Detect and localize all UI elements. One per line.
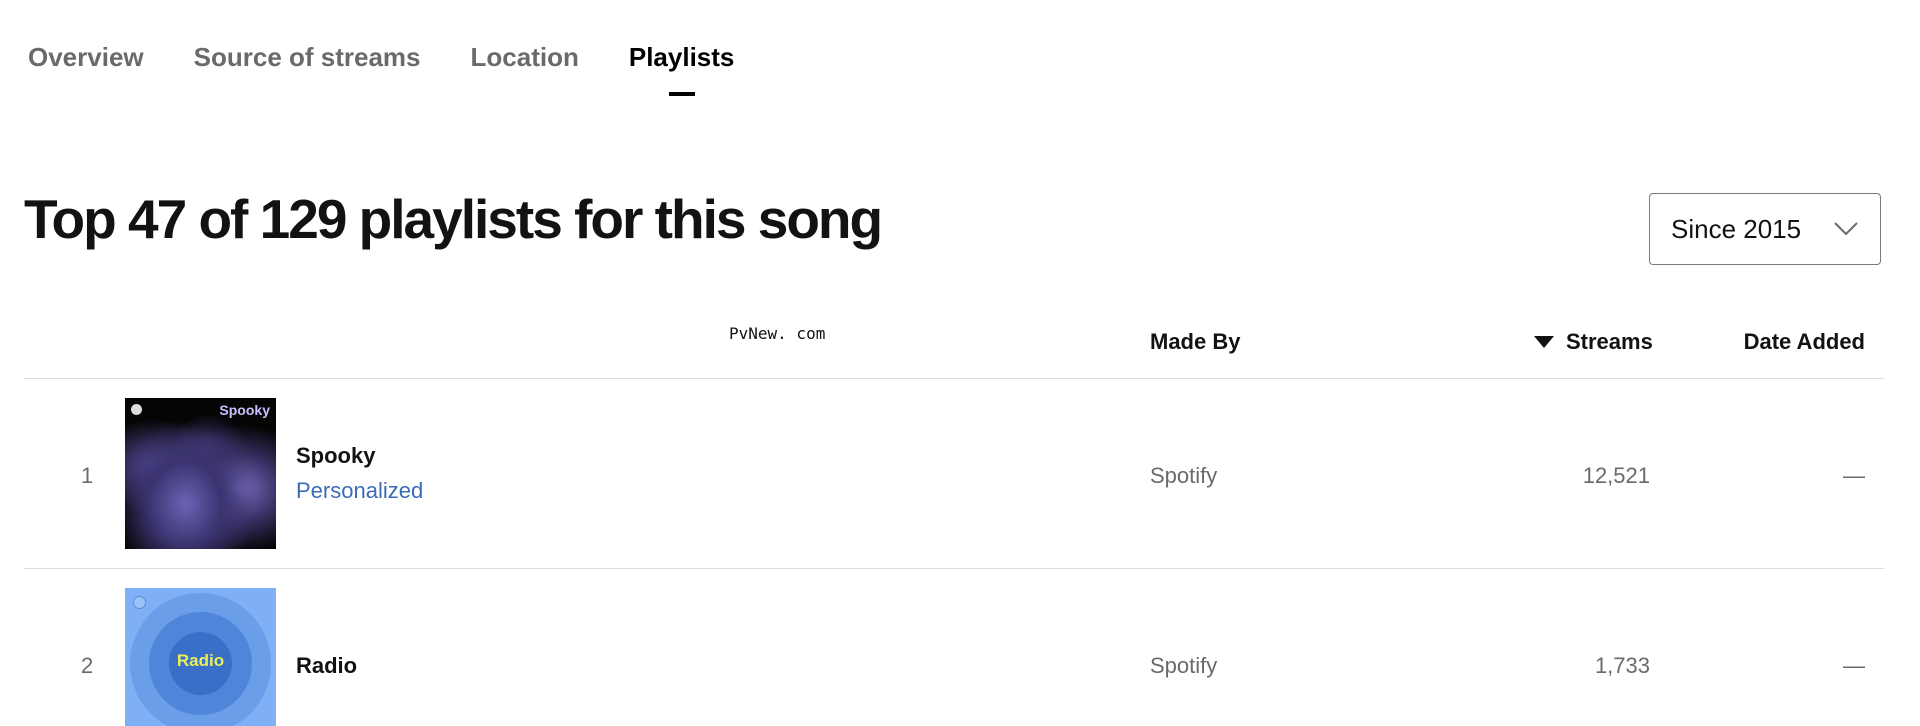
playlist-cover[interactable]: Radio bbox=[125, 588, 276, 726]
active-tab-indicator bbox=[668, 92, 695, 96]
playlist-name[interactable]: Spooky bbox=[296, 443, 375, 469]
tab-label: Overview bbox=[28, 42, 144, 72]
streams-cell: 1,733 bbox=[1594, 653, 1650, 678]
column-header-label: Streams bbox=[1566, 329, 1653, 354]
cover-label: Radio bbox=[176, 651, 225, 670]
chevron-down-icon bbox=[1834, 222, 1858, 236]
date-added-cell: — bbox=[1843, 653, 1865, 678]
column-header-label: Made By bbox=[1150, 329, 1241, 354]
playlist-name[interactable]: Radio bbox=[296, 653, 357, 679]
tab-source-of-streams[interactable]: Source of streams bbox=[194, 44, 421, 70]
table-row[interactable]: 2 Radio Radio Spotify 1,733 — bbox=[24, 569, 1884, 726]
cover-label: Spooky bbox=[219, 402, 270, 418]
tab-location[interactable]: Location bbox=[471, 44, 579, 70]
spotify-logo-icon bbox=[133, 596, 146, 609]
tab-overview[interactable]: Overview bbox=[28, 44, 144, 70]
playlists-table: PvNew. com Made By Streams Date Added 1 … bbox=[24, 300, 1884, 726]
column-header-streams[interactable]: Streams bbox=[1534, 331, 1653, 353]
tab-label: Source of streams bbox=[193, 42, 421, 72]
date-added-cell: — bbox=[1843, 463, 1865, 488]
tab-playlists[interactable]: Playlists bbox=[628, 42, 735, 96]
row-rank: 2 bbox=[81, 653, 94, 678]
made-by-cell[interactable]: Spotify bbox=[1150, 653, 1217, 679]
column-header-label: Date Added bbox=[1743, 329, 1865, 354]
row-rank: 1 bbox=[81, 463, 94, 488]
table-header: PvNew. com Made By Streams Date Added bbox=[24, 300, 1884, 379]
date-range-select[interactable]: Since 2015 bbox=[1649, 193, 1881, 265]
playlist-cover[interactable]: Spooky bbox=[125, 398, 276, 549]
made-by-cell[interactable]: Spotify bbox=[1150, 463, 1217, 489]
watermark-text: PvNew. com bbox=[729, 324, 826, 343]
date-range-value: Since 2015 bbox=[1671, 213, 1802, 244]
page-title: Top 47 of 129 playlists for this song bbox=[24, 188, 883, 250]
sort-desc-icon bbox=[1534, 336, 1554, 348]
playlists-page: Overview Source of streams Location Play… bbox=[0, 0, 1920, 726]
tab-label: Location bbox=[470, 42, 579, 72]
spotify-logo-icon bbox=[131, 404, 142, 415]
playlist-subtitle[interactable]: Personalized bbox=[296, 478, 423, 504]
tab-label: Playlists bbox=[628, 42, 735, 72]
column-header-made-by: Made By bbox=[1150, 331, 1240, 353]
column-header-date-added: Date Added bbox=[1744, 331, 1865, 353]
table-row[interactable]: 1 Spooky Spooky Personalized Spotify 12,… bbox=[24, 379, 1884, 569]
tab-bar: Overview Source of streams Location Play… bbox=[28, 42, 735, 96]
streams-cell: 12,521 bbox=[1582, 463, 1650, 488]
